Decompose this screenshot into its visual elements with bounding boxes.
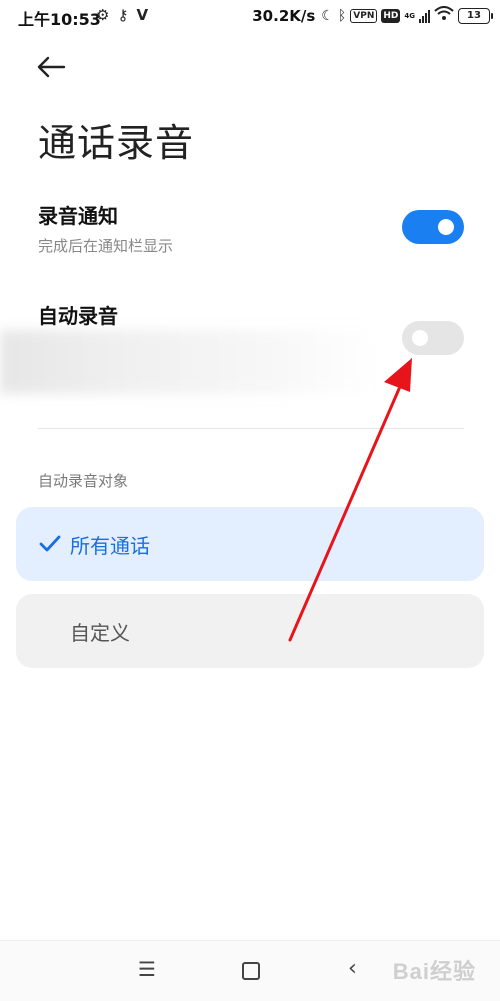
setting-title-notify: 录音通知 [38, 204, 118, 228]
setting-row-auto-record[interactable]: 自动录音 [38, 300, 464, 355]
status-bar: 上午10:53 ⚙ ⚷ V 30.2K/s ☾ ᛒ VPN HD 4G 13 [0, 0, 500, 34]
option-label: 所有通话 [70, 533, 150, 558]
setting-title-auto-record: 自动录音 [38, 304, 118, 328]
page-title: 通话录音 [38, 121, 195, 165]
bluetooth-icon: ᛒ [337, 7, 347, 24]
signal-type: 4G [404, 12, 415, 20]
setting-subtitle-notify: 完成后在通知栏显示 [38, 237, 174, 255]
notify-toggle[interactable] [402, 210, 464, 244]
v-app-icon: V [136, 6, 149, 24]
gear-icon: ⚙ [96, 6, 110, 24]
option-label: 自定义 [70, 620, 130, 645]
arrow-left-icon [37, 56, 66, 78]
back-icon[interactable]: ‹ [348, 958, 357, 980]
status-left-icons: ⚙ ⚷ V [96, 6, 148, 24]
option-all-calls[interactable]: 所有通话 [16, 507, 484, 581]
toggle-knob [438, 219, 454, 235]
menu-icon[interactable]: ☰ [138, 959, 156, 979]
divider [38, 428, 464, 429]
section-label: 自动录音对象 [38, 472, 129, 490]
home-icon[interactable] [242, 962, 260, 980]
toggle-knob [412, 330, 428, 346]
hd-badge: HD [381, 8, 401, 23]
signal-icon [419, 9, 430, 23]
key-icon: ⚷ [117, 6, 129, 24]
vpn-badge: VPN [350, 8, 378, 23]
blurred-region [0, 330, 380, 394]
wifi-icon [434, 6, 454, 25]
moon-icon: ☾ [321, 7, 334, 24]
checkmark-icon [38, 535, 62, 553]
option-custom[interactable]: 自定义 [16, 594, 484, 668]
back-button[interactable] [36, 52, 70, 82]
network-speed: 30.2K/s [252, 6, 316, 25]
signal-type-label: 4G [404, 11, 415, 20]
battery-level: 13 [467, 9, 481, 21]
auto-record-toggle[interactable] [402, 321, 464, 355]
status-right: 30.2K/s ☾ ᛒ VPN HD 4G 13 [252, 6, 493, 25]
watermark: Bai经验 [392, 959, 476, 984]
status-time: 上午10:53 [18, 10, 101, 29]
setting-row-notify[interactable]: 录音通知 完成后在通知栏显示 [38, 200, 464, 256]
battery-icon: 13 [458, 7, 493, 24]
